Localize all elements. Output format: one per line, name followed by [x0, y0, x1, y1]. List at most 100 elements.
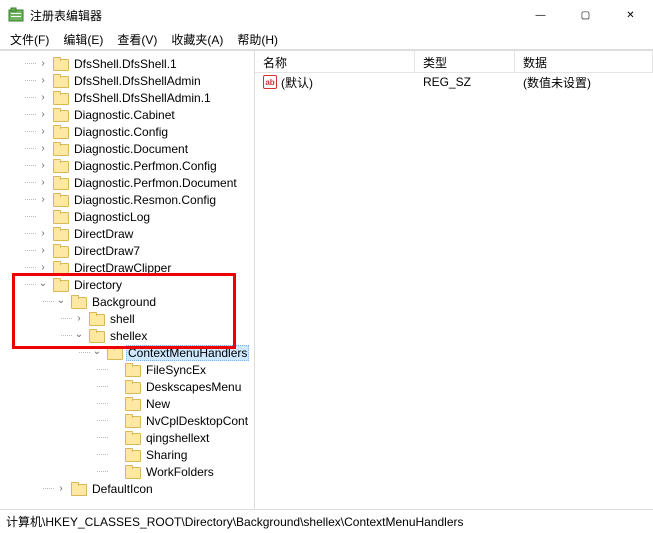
- window-title: 注册表编辑器: [30, 7, 102, 24]
- tree-node-label[interactable]: Diagnostic.Resmon.Config: [72, 193, 218, 207]
- tree-node[interactable]: › DfsShell.DfsShellAdmin: [0, 72, 254, 89]
- column-type[interactable]: 类型: [415, 51, 515, 72]
- tree-node[interactable]: FileSyncEx: [0, 361, 254, 378]
- menu-help[interactable]: 帮助(H): [231, 30, 284, 49]
- value-name: (默认): [281, 74, 313, 91]
- tree-node[interactable]: › DfsShell.DfsShell.1: [0, 55, 254, 72]
- tree-node-label[interactable]: Background: [90, 295, 158, 309]
- expand-icon[interactable]: ›: [36, 261, 50, 275]
- tree-node[interactable]: › Diagnostic.Cabinet: [0, 106, 254, 123]
- tree-node[interactable]: ⌄ shellex: [0, 327, 254, 344]
- tree-node-label[interactable]: DirectDraw7: [72, 244, 142, 258]
- tree-node-label[interactable]: ContextMenuHandlers: [126, 345, 249, 361]
- tree-node-label[interactable]: DefaultIcon: [90, 482, 155, 496]
- expand-icon[interactable]: ›: [36, 244, 50, 258]
- expand-icon[interactable]: ›: [36, 176, 50, 190]
- titlebar: 注册表编辑器 — ▢ ✕: [0, 0, 653, 30]
- tree-node[interactable]: ⌄ Background: [0, 293, 254, 310]
- tree-node-label[interactable]: shellex: [108, 329, 149, 343]
- tree-node[interactable]: › DirectDrawClipper: [0, 259, 254, 276]
- tree-node-label[interactable]: DfsShell.DfsShellAdmin.1: [72, 91, 213, 105]
- expand-icon[interactable]: ›: [36, 142, 50, 156]
- expand-icon[interactable]: ›: [36, 125, 50, 139]
- tree-node-label[interactable]: Diagnostic.Document: [72, 142, 190, 156]
- tree-node[interactable]: DiagnosticLog: [0, 208, 254, 225]
- tree-node-label[interactable]: Directory: [72, 278, 124, 292]
- folder-icon: [53, 193, 69, 207]
- tree-node-label[interactable]: DiagnosticLog: [72, 210, 152, 224]
- tree-node-label[interactable]: Sharing: [144, 448, 189, 462]
- tree-node-label[interactable]: qingshellext: [144, 431, 211, 445]
- expand-icon[interactable]: ›: [36, 159, 50, 173]
- folder-icon: [125, 380, 141, 394]
- tree-node[interactable]: › DfsShell.DfsShellAdmin.1: [0, 89, 254, 106]
- folder-icon: [125, 448, 141, 462]
- tree-node[interactable]: › DefaultIcon: [0, 480, 254, 497]
- tree-node-label[interactable]: DfsShell.DfsShellAdmin: [72, 74, 203, 88]
- tree-node[interactable]: WorkFolders: [0, 463, 254, 480]
- window-buttons: — ▢ ✕: [518, 0, 653, 30]
- tree-node-label[interactable]: Diagnostic.Cabinet: [72, 108, 177, 122]
- tree-node[interactable]: › Diagnostic.Config: [0, 123, 254, 140]
- expand-icon[interactable]: ›: [54, 482, 68, 496]
- folder-icon: [89, 312, 105, 326]
- expand-icon[interactable]: ›: [72, 312, 86, 326]
- expand-icon[interactable]: ›: [36, 74, 50, 88]
- tree-node[interactable]: › DirectDraw: [0, 225, 254, 242]
- tree-node[interactable]: › Diagnostic.Perfmon.Document: [0, 174, 254, 191]
- tree-node[interactable]: NvCplDesktopCont: [0, 412, 254, 429]
- menu-file[interactable]: 文件(F): [4, 30, 55, 49]
- close-button[interactable]: ✕: [608, 0, 653, 30]
- tree-node-label[interactable]: Diagnostic.Perfmon.Config: [72, 159, 219, 173]
- tree-node-label[interactable]: Diagnostic.Perfmon.Document: [72, 176, 239, 190]
- tree-node[interactable]: ⌄ Directory: [0, 276, 254, 293]
- column-name[interactable]: 名称: [255, 51, 415, 72]
- tree-node-label[interactable]: DirectDraw: [72, 227, 135, 241]
- tree-node-label[interactable]: shell: [108, 312, 137, 326]
- folder-icon: [125, 414, 141, 428]
- tree-node-label[interactable]: Diagnostic.Config: [72, 125, 170, 139]
- minimize-button[interactable]: —: [518, 0, 563, 30]
- collapse-icon[interactable]: ⌄: [36, 277, 50, 291]
- maximize-button[interactable]: ▢: [563, 0, 608, 30]
- tree-node[interactable]: qingshellext: [0, 429, 254, 446]
- folder-icon: [53, 108, 69, 122]
- menu-view[interactable]: 查看(V): [111, 30, 163, 49]
- tree-pane[interactable]: › DfsShell.DfsShell.1 › DfsShell.DfsShellAd…: [0, 51, 255, 509]
- tree-node-label[interactable]: New: [144, 397, 172, 411]
- registry-tree[interactable]: › DfsShell.DfsShell.1 › DfsShell.DfsShellAd…: [0, 51, 254, 501]
- statusbar: 计算机\HKEY_CLASSES_ROOT\Directory\Backgrou…: [0, 509, 653, 531]
- tree-node-label[interactable]: DeskscapesMenu: [144, 380, 243, 394]
- app-icon: [8, 7, 24, 23]
- folder-icon: [107, 346, 123, 360]
- tree-node-label[interactable]: DirectDrawClipper: [72, 261, 173, 275]
- expand-icon[interactable]: ›: [36, 57, 50, 71]
- tree-node[interactable]: DeskscapesMenu: [0, 378, 254, 395]
- collapse-icon[interactable]: ⌄: [54, 294, 68, 308]
- tree-node[interactable]: › DirectDraw7: [0, 242, 254, 259]
- tree-node[interactable]: › Diagnostic.Resmon.Config: [0, 191, 254, 208]
- tree-node[interactable]: › Diagnostic.Perfmon.Config: [0, 157, 254, 174]
- folder-icon: [53, 261, 69, 275]
- menu-favorites[interactable]: 收藏夹(A): [165, 30, 229, 49]
- tree-node-label[interactable]: WorkFolders: [144, 465, 216, 479]
- expand-icon[interactable]: ›: [36, 193, 50, 207]
- collapse-icon[interactable]: ⌄: [90, 345, 104, 359]
- tree-node-label[interactable]: NvCplDesktopCont: [144, 414, 250, 428]
- tree-node[interactable]: › Diagnostic.Document: [0, 140, 254, 157]
- expand-icon[interactable]: ›: [36, 227, 50, 241]
- expand-icon[interactable]: ›: [36, 108, 50, 122]
- tree-node[interactable]: Sharing: [0, 446, 254, 463]
- expand-icon[interactable]: ›: [36, 91, 50, 105]
- tree-node[interactable]: New: [0, 395, 254, 412]
- tree-node-label[interactable]: DfsShell.DfsShell.1: [72, 57, 179, 71]
- tree-node[interactable]: ⌄ ContextMenuHandlers: [0, 344, 254, 361]
- tree-node-label[interactable]: FileSyncEx: [144, 363, 208, 377]
- collapse-icon[interactable]: ⌄: [72, 328, 86, 342]
- menu-edit[interactable]: 编辑(E): [57, 30, 109, 49]
- value-row[interactable]: ab (默认) REG_SZ (数值未设置): [255, 73, 653, 91]
- values-pane[interactable]: 名称 类型 数据 ab (默认) REG_SZ (数值未设置): [255, 51, 653, 509]
- column-data[interactable]: 数据: [515, 51, 653, 72]
- tree-node[interactable]: › shell: [0, 310, 254, 327]
- folder-icon: [125, 465, 141, 479]
